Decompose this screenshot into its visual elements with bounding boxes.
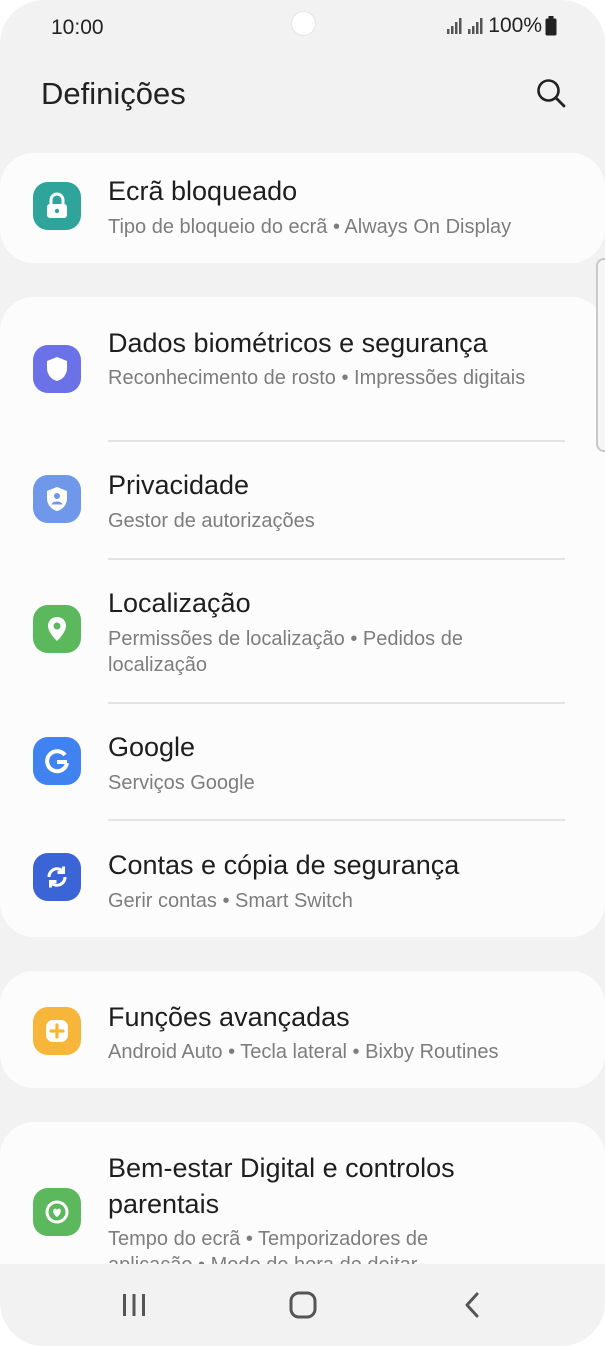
back-icon [465,1292,479,1318]
item-subtitle: Gerir contas • Smart Switch [108,890,353,912]
sync-icon [33,853,81,901]
item-title: Dados biométricos e segurança [108,328,488,358]
scrollbar[interactable] [596,258,605,452]
item-title: Funções avançadas [108,1002,350,1032]
settings-item-accounts[interactable]: Contas e cópia de segurança Gerir contas… [0,821,605,937]
header: Definições [0,60,605,130]
heart-circle-icon [33,1188,81,1236]
recent-apps-icon [123,1294,145,1316]
status-indicators: 100% [446,14,557,38]
item-title: Google [108,732,196,762]
item-subtitle: Tipo de bloqueio do ecrã • Always On Dis… [108,216,512,238]
item-title: Contas e cópia de segurança [108,850,460,880]
shield-icon [33,345,81,393]
settings-item-digital-wellbeing[interactable]: Bem-estar Digital e controlos parentais … [0,1122,605,1264]
home-button[interactable] [278,1280,328,1330]
item-title: Localização [108,588,251,618]
location-pin-icon [33,605,81,653]
item-subtitle: Serviços Google [108,772,255,794]
settings-item-privacy[interactable]: Privacidade Gestor de autorizações [0,442,605,559]
status-time: 10:00 [51,16,104,39]
settings-item-advanced-features[interactable]: Funções avançadas Android Auto • Tecla l… [0,971,605,1088]
settings-item-lock-screen[interactable]: Ecrã bloqueado Tipo de bloqueio do ecrã … [0,153,605,263]
battery-icon [545,16,557,36]
google-g-icon [33,737,81,785]
search-button[interactable] [532,74,570,112]
search-icon [537,79,566,108]
settings-card-lock: Ecrã bloqueado Tipo de bloqueio do ecrã … [0,153,605,263]
item-title: Privacidade [108,470,250,500]
settings-item-location[interactable]: Localização Permissões de localização • … [0,560,605,703]
item-title: Bem-estar Digital e controlos parentais [108,1153,455,1219]
item-title: Ecrã bloqueado [108,176,298,206]
navigation-bar [0,1266,605,1346]
item-subtitle: Reconhecimento de rosto • Impressões dig… [108,367,526,389]
battery-percentage: 100% [488,14,542,37]
item-subtitle: Tempo do ecrã • Temporizadores de aplica… [108,1228,429,1264]
settings-item-biometrics[interactable]: Dados biométricos e segurança Reconhecim… [0,297,605,441]
recent-apps-button[interactable] [109,1280,159,1330]
settings-card-security: Dados biométricos e segurança Reconhecim… [0,297,605,937]
settings-item-google[interactable]: Google Serviços Google [0,704,605,820]
signal-icon [447,18,462,34]
page-title: Definições [41,76,186,111]
phone-screen: 10:00 100% Definições Ecrã bloqueado Tip… [0,0,605,1346]
settings-card-advanced: Funções avançadas Android Auto • Tecla l… [0,971,605,1088]
settings-card-wellbeing: Bem-estar Digital e controlos parentais … [0,1122,605,1264]
item-subtitle: Gestor de autorizações [108,510,315,532]
signal-icon-2 [468,18,483,34]
back-button[interactable] [447,1280,497,1330]
lock-icon [33,182,81,230]
item-subtitle: Permissões de localização • Pedidos de l… [108,628,463,676]
status-bar: 10:00 100% [0,0,605,56]
privacy-shield-icon [33,475,81,523]
puzzle-plus-icon [33,1007,81,1055]
item-subtitle: Android Auto • Tecla lateral • Bixby Rou… [108,1041,499,1063]
front-camera [291,11,316,36]
home-icon [289,1291,317,1319]
